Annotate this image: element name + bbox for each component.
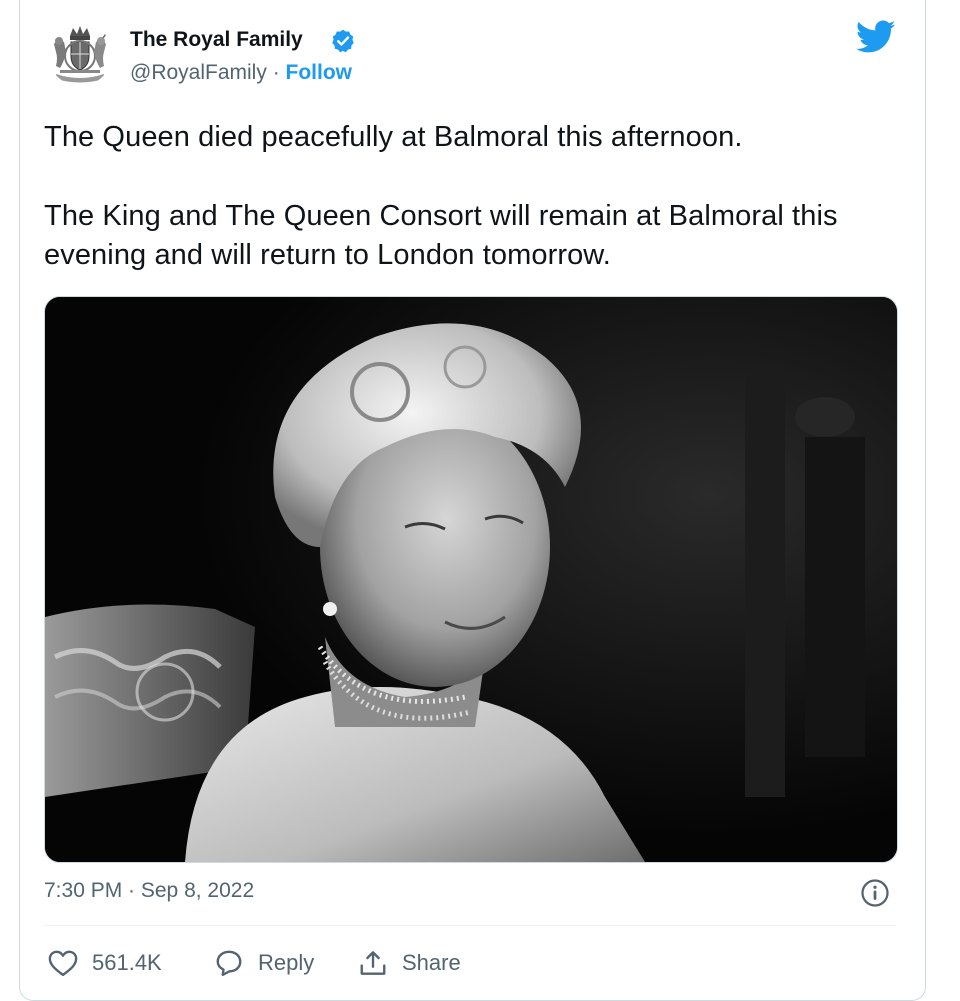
separator-dot: ·	[272, 61, 280, 84]
tweet-text-paragraph-1: The Queen died peacefully at Balmoral th…	[44, 121, 743, 153]
tweet-photo[interactable]	[44, 296, 898, 863]
like-count: 561.4K	[92, 950, 162, 975]
info-icon[interactable]	[860, 878, 890, 908]
actions-divider	[44, 925, 896, 926]
share-button[interactable]: Share	[358, 946, 461, 980]
tweet-text-paragraph-2: The King and The Queen Consort will rema…	[44, 200, 838, 271]
verified-badge-icon	[330, 28, 356, 54]
author-handle[interactable]: @RoyalFamily	[130, 61, 267, 84]
share-icon	[358, 949, 388, 977]
like-button[interactable]: 561.4K	[48, 946, 162, 980]
reply-button[interactable]: Reply	[214, 946, 314, 980]
share-label: Share	[402, 950, 461, 975]
heart-icon	[48, 949, 78, 977]
reply-label: Reply	[258, 950, 315, 975]
tweet-timestamp[interactable]: 7:30 PM · Sep 8, 2022	[44, 879, 254, 903]
twitter-bird-icon[interactable]	[855, 20, 896, 54]
author-display-name[interactable]: The Royal Family	[130, 28, 303, 52]
royal-coat-of-arms-icon[interactable]	[48, 22, 112, 86]
reply-bubble-icon	[214, 949, 244, 977]
follow-button[interactable]: Follow	[286, 61, 353, 84]
author-meta-row: @RoyalFamily · Follow	[130, 61, 352, 85]
